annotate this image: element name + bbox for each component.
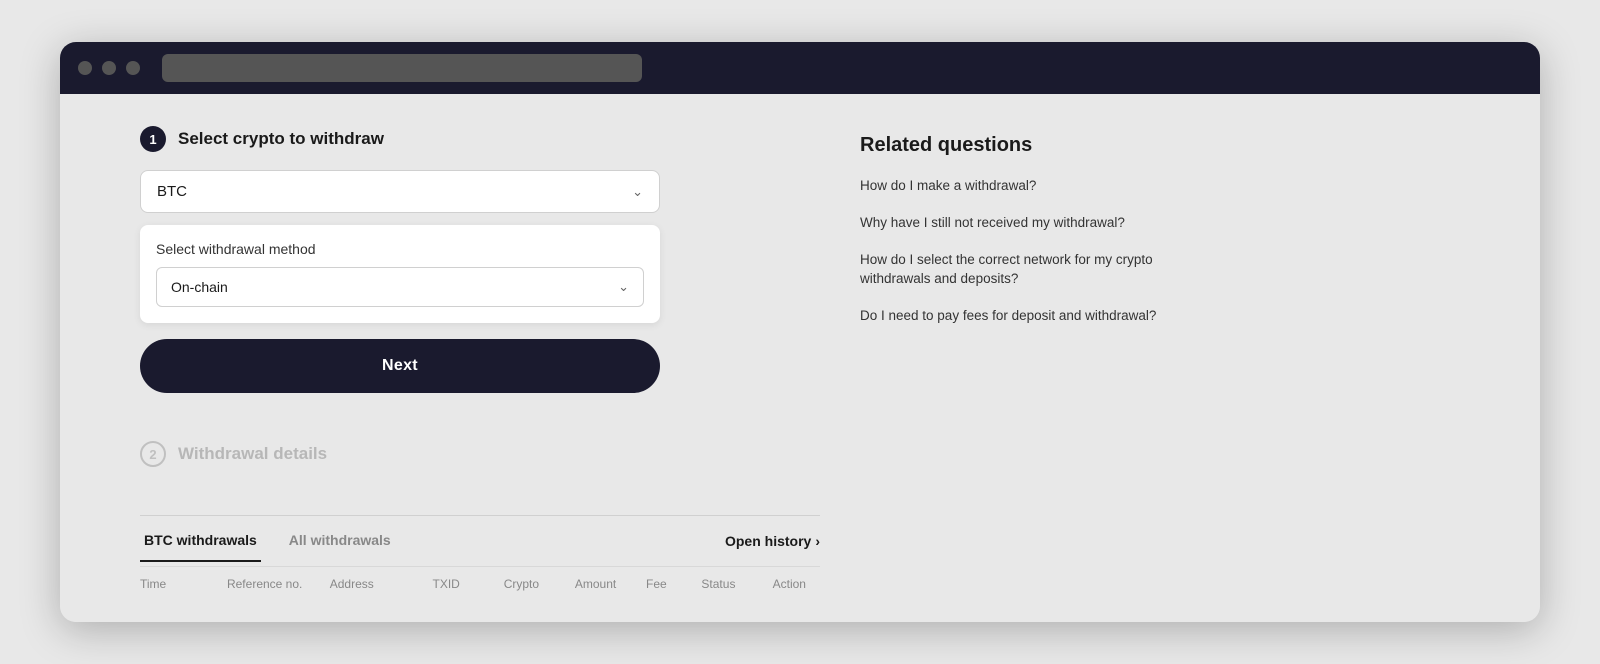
step2-header: 2 Withdrawal details <box>140 441 820 467</box>
next-button[interactable]: Next <box>140 339 660 393</box>
step1-section: 1 Select crypto to withdraw BTC ⌄ Select… <box>140 126 820 421</box>
th-time: Time <box>140 577 219 591</box>
th-amount: Amount <box>575 577 638 591</box>
tab-btc-withdrawals[interactable]: BTC withdrawals <box>140 520 261 562</box>
browser-content: 1 Select crypto to withdraw BTC ⌄ Select… <box>60 94 1540 622</box>
th-address: Address <box>330 577 425 591</box>
crypto-select[interactable]: BTC ⌄ <box>140 170 660 213</box>
related-question-4[interactable]: Do I need to pay fees for deposit and wi… <box>860 307 1200 326</box>
open-history-label: Open history <box>725 533 811 549</box>
withdrawal-method-label: Select withdrawal method <box>156 241 644 257</box>
step1-title: Select crypto to withdraw <box>178 129 384 149</box>
right-panel: Related questions How do I make a withdr… <box>860 126 1200 602</box>
table-header: Time Reference no. Address TXID Crypto A… <box>140 566 820 597</box>
browser-window: 1 Select crypto to withdraw BTC ⌄ Select… <box>60 42 1540 622</box>
related-question-1[interactable]: How do I make a withdrawal? <box>860 177 1200 196</box>
step2-number: 2 <box>140 441 166 467</box>
th-fee: Fee <box>646 577 693 591</box>
th-crypto: Crypto <box>504 577 567 591</box>
related-questions-title: Related questions <box>860 134 1200 157</box>
method-select-value: On-chain <box>171 279 228 295</box>
th-txid: TXID <box>433 577 496 591</box>
method-select[interactable]: On-chain ⌄ <box>156 267 644 307</box>
tab-all-withdrawals[interactable]: All withdrawals <box>285 520 395 562</box>
step2-title: Withdrawal details <box>178 444 327 464</box>
traffic-light-green[interactable] <box>126 61 140 75</box>
th-reference: Reference no. <box>227 577 322 591</box>
address-bar[interactable] <box>162 54 642 82</box>
open-history-chevron-icon: › <box>815 533 820 549</box>
main-panel: 1 Select crypto to withdraw BTC ⌄ Select… <box>140 126 820 602</box>
withdrawal-method-card: Select withdrawal method On-chain ⌄ <box>140 225 660 323</box>
traffic-light-red[interactable] <box>78 61 92 75</box>
traffic-light-yellow[interactable] <box>102 61 116 75</box>
crypto-select-wrapper: BTC ⌄ <box>140 170 660 213</box>
method-chevron-icon: ⌄ <box>618 279 629 295</box>
step1-header: 1 Select crypto to withdraw <box>140 126 820 152</box>
step1-number: 1 <box>140 126 166 152</box>
related-question-3[interactable]: How do I select the correct network for … <box>860 251 1200 289</box>
browser-titlebar <box>60 42 1540 94</box>
th-action: Action <box>773 577 820 591</box>
tabs-row: BTC withdrawals All withdrawals Open his… <box>140 520 820 562</box>
history-section: BTC withdrawals All withdrawals Open his… <box>140 515 820 597</box>
related-question-2[interactable]: Why have I still not received my withdra… <box>860 214 1200 233</box>
crypto-chevron-icon: ⌄ <box>632 184 643 200</box>
open-history-link[interactable]: Open history › <box>725 533 820 549</box>
tabs: BTC withdrawals All withdrawals <box>140 520 419 562</box>
crypto-select-value: BTC <box>157 183 187 200</box>
th-status: Status <box>701 577 764 591</box>
